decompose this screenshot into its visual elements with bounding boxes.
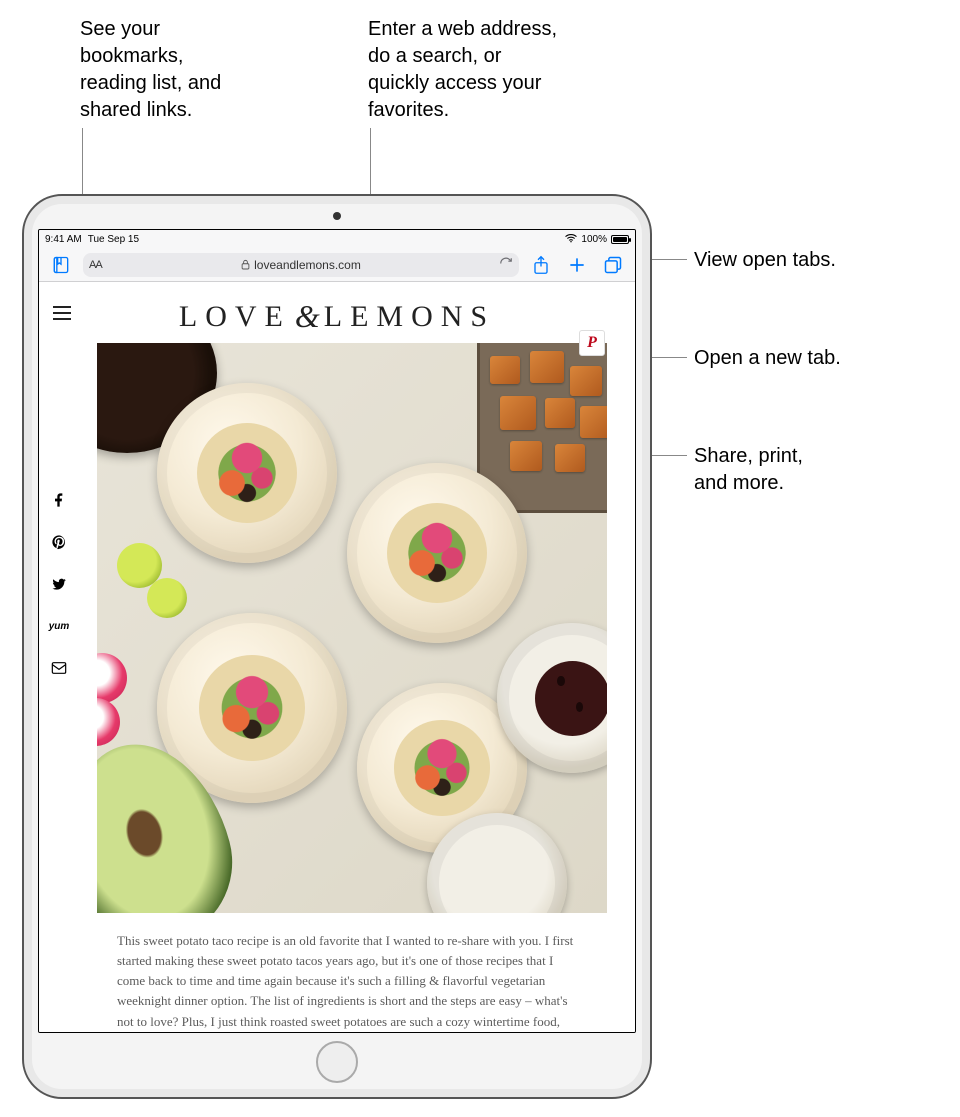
battery-percent: 100% (581, 234, 607, 245)
logo-text-2: LEMONS (324, 300, 495, 334)
tabs-button[interactable] (599, 251, 627, 279)
status-date: Tue Sep 15 (88, 234, 139, 245)
article-body: This sweet potato taco recipe is an old … (117, 931, 575, 1032)
ipad-device: 9:41 AM Tue Sep 15 100% AA loveandlemons… (22, 194, 652, 1099)
ipad-camera (333, 212, 341, 220)
food-radish (97, 653, 127, 703)
pinterest-save-button[interactable]: P (579, 330, 605, 356)
callout-newtab: Open a new tab. (694, 345, 841, 372)
hero-image (97, 343, 607, 913)
battery-icon (611, 235, 629, 244)
site-logo[interactable]: LOVE & LEMONS (179, 298, 495, 335)
address-bar[interactable]: AA loveandlemons.com (83, 253, 519, 277)
pinterest-icon[interactable] (49, 532, 69, 552)
url-text: loveandlemons.com (254, 258, 361, 272)
bookmarks-button[interactable] (47, 251, 75, 279)
food-radish (97, 698, 120, 746)
social-rail: yum (49, 490, 69, 678)
menu-button[interactable] (53, 306, 71, 320)
callout-bookmarks: See your bookmarks, reading list, and sh… (80, 16, 270, 124)
logo-text-1: LOVE (179, 300, 291, 334)
callout-share: Share, print, and more. (694, 443, 803, 497)
wifi-icon (565, 234, 577, 244)
facebook-icon[interactable] (49, 490, 69, 510)
status-bar: 9:41 AM Tue Sep 15 100% (39, 230, 635, 248)
share-button[interactable] (527, 251, 555, 279)
lock-icon (241, 259, 250, 270)
page-content: LOVE & LEMONS P yum (39, 282, 635, 1032)
food-lime (147, 578, 187, 618)
yum-icon[interactable]: yum (49, 616, 69, 636)
logo-amp: & (295, 298, 320, 335)
safari-toolbar: AA loveandlemons.com (39, 248, 635, 282)
food-plate (157, 383, 337, 563)
food-plate (347, 463, 527, 643)
screen: 9:41 AM Tue Sep 15 100% AA loveandlemons… (38, 229, 636, 1033)
mail-icon[interactable] (49, 658, 69, 678)
home-button[interactable] (316, 1041, 358, 1083)
callout-search: Enter a web address, do a search, or qui… (368, 16, 588, 124)
twitter-icon[interactable] (49, 574, 69, 594)
new-tab-button[interactable] (563, 251, 591, 279)
page-header: LOVE & LEMONS P (39, 282, 635, 343)
text-size-button[interactable]: AA (89, 259, 102, 271)
refresh-button[interactable] (499, 256, 513, 273)
callout-tabs: View open tabs. (694, 247, 836, 274)
status-time: 9:41 AM (45, 234, 82, 245)
